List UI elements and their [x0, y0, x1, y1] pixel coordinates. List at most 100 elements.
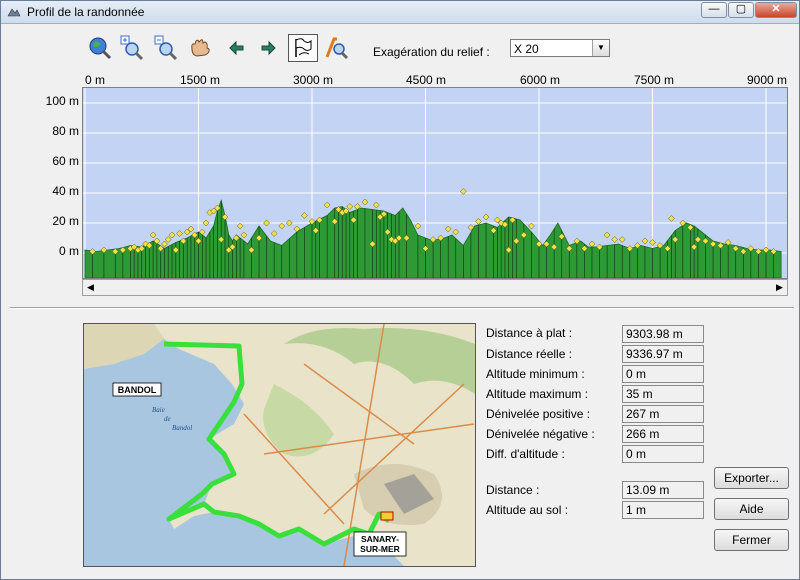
stat-value: 0 m	[622, 365, 704, 383]
stat-value: 266 m	[622, 425, 704, 443]
stat-label: Distance à plat :	[486, 326, 573, 340]
y-tick-label: 0 m	[58, 244, 79, 258]
maximize-button[interactable]: ▢	[728, 2, 754, 18]
elevation-point-marker[interactable]	[202, 219, 210, 227]
x-tick-label: 3000 m	[293, 73, 334, 87]
y-tick-label: 40 m	[52, 184, 79, 198]
elevation-point-marker[interactable]	[176, 230, 183, 237]
stat-label: Altitude minimum :	[486, 367, 585, 381]
cursor-altitude-value: 1 m	[622, 501, 704, 519]
cursor-distance-value: 13.09 m	[622, 481, 704, 499]
elevation-point-marker[interactable]	[263, 219, 270, 227]
help-button[interactable]: Aide	[714, 498, 789, 520]
map-label-bandol: BANDOL	[118, 385, 157, 395]
elevation-point-marker[interactable]	[618, 236, 626, 243]
elevation-point-marker[interactable]	[270, 230, 278, 237]
scroll-right-icon[interactable]: ▶	[772, 280, 787, 295]
elevation-point-marker[interactable]	[459, 188, 467, 195]
exaggeration-value: X 20	[514, 42, 539, 56]
title-bar[interactable]: Profil de la randonnée — ▢ ✕	[1, 1, 799, 24]
elevation-point-marker[interactable]	[372, 201, 380, 209]
map-label-baie-2: de	[164, 415, 171, 423]
stat-value: 0 m	[622, 445, 704, 463]
stat-label: Distance réelle :	[486, 347, 573, 361]
map-label-sanary-2: SUR-MER	[360, 544, 400, 554]
map-svg: BANDOL SANARY- SUR-MER Baie de Bandol	[84, 324, 475, 566]
stat-label: Altitude maximum :	[486, 387, 589, 401]
path-tool-icon[interactable]	[324, 35, 350, 61]
zoom-out-icon[interactable]	[153, 35, 179, 61]
map-label-baie-1: Baie	[152, 406, 165, 414]
x-tick-label: 4500 m	[406, 73, 447, 87]
close-window-button[interactable]: ✕	[755, 2, 797, 18]
elevation-point-marker[interactable]	[475, 218, 482, 225]
profile-svg	[83, 88, 787, 279]
elevation-profile-chart[interactable]	[82, 87, 788, 279]
stat-label: Dénivelée positive :	[486, 407, 591, 421]
stat-value: 35 m	[622, 385, 704, 403]
elevation-point-marker[interactable]	[301, 212, 308, 219]
maximize-glyph: ▢	[735, 3, 747, 15]
app-icon	[7, 8, 21, 17]
profile-window: Profil de la randonnée — ▢ ✕ Exagération…	[0, 0, 800, 580]
window-title: Profil de la randonnée	[27, 5, 145, 19]
x-tick-label: 6000 m	[520, 73, 561, 87]
elevation-point-marker[interactable]	[482, 213, 490, 221]
elevation-point-marker[interactable]	[611, 236, 619, 243]
elevation-point-marker[interactable]	[361, 198, 369, 206]
cursor-distance-label: Distance :	[486, 483, 540, 497]
elevation-point-marker[interactable]	[161, 240, 168, 248]
map-label-sanary-1: SANARY-	[361, 534, 399, 544]
elevation-point-marker[interactable]	[588, 240, 596, 248]
y-tick-label: 80 m	[52, 124, 79, 138]
elevation-point-marker[interactable]	[240, 231, 248, 239]
minimize-button[interactable]: —	[701, 2, 727, 18]
close-button[interactable]: Fermer	[714, 529, 789, 551]
y-tick-label: 60 m	[52, 154, 79, 168]
stat-label: Dénivelée négative :	[486, 427, 595, 441]
elevation-point-marker[interactable]	[641, 237, 649, 245]
elevation-point-marker[interactable]	[528, 222, 535, 230]
scroll-left-icon[interactable]: ◀	[83, 280, 98, 295]
close-glyph: ✕	[771, 3, 781, 15]
x-tick-label: 1500 m	[180, 73, 221, 87]
pan-hand-icon[interactable]	[187, 35, 213, 61]
flag-profile-icon[interactable]	[288, 34, 318, 62]
elevation-point-marker[interactable]	[168, 231, 176, 239]
section-divider	[10, 307, 794, 309]
stat-value: 267 m	[622, 405, 704, 423]
minimize-glyph: —	[708, 3, 720, 15]
elevation-point-marker[interactable]	[414, 222, 422, 230]
x-tick-label: 7500 m	[634, 73, 675, 87]
elevation-point-marker[interactable]	[452, 228, 460, 236]
x-tick-label: 9000 m	[747, 73, 788, 87]
route-map[interactable]: BANDOL SANARY- SUR-MER Baie de Bandol	[83, 323, 476, 567]
exaggeration-select[interactable]: X 20 ▼	[510, 39, 610, 57]
chevron-down-icon[interactable]: ▼	[592, 40, 609, 56]
elevation-point-marker[interactable]	[149, 231, 157, 239]
elevation-point-marker[interactable]	[164, 236, 172, 243]
y-tick-label: 100 m	[45, 94, 79, 108]
elevation-point-marker[interactable]	[236, 222, 244, 230]
elevation-point-marker[interactable]	[444, 225, 452, 233]
stat-value: 9303.98 m	[622, 325, 704, 343]
cursor-altitude-label: Altitude au sol :	[486, 503, 569, 517]
elevation-point-marker[interactable]	[323, 201, 331, 209]
elevation-point-marker[interactable]	[278, 222, 286, 230]
elevation-point-marker[interactable]	[668, 215, 675, 222]
elevation-point-marker[interactable]	[603, 231, 611, 239]
arrow-left-icon[interactable]	[223, 35, 249, 61]
exaggeration-label: Exagération du relief :	[373, 45, 490, 59]
elevation-point-marker[interactable]	[346, 203, 354, 210]
map-label-baie-3: Bandol	[172, 424, 192, 432]
elevation-point-marker[interactable]	[285, 219, 293, 227]
zoom-globe-icon[interactable]	[87, 35, 113, 61]
export-button[interactable]: Exporter...	[714, 467, 789, 489]
elevation-point-marker[interactable]	[649, 239, 656, 246]
arrow-right-icon[interactable]	[256, 35, 282, 61]
stat-label: Diff. d'altitude :	[486, 447, 565, 461]
y-tick-label: 20 m	[52, 214, 79, 228]
x-tick-label: 0 m	[85, 73, 106, 87]
zoom-in-icon[interactable]	[119, 35, 145, 61]
profile-horizontal-scrollbar[interactable]: ◀ ▶	[82, 279, 788, 296]
